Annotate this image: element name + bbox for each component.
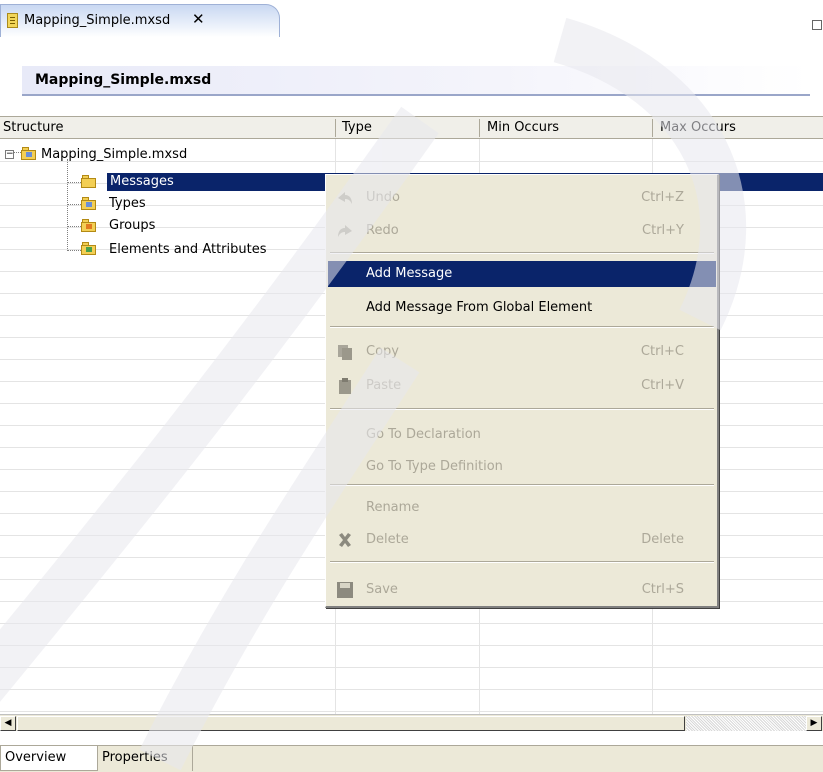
save-icon: [337, 582, 353, 598]
column-separator[interactable]: [652, 119, 653, 137]
menu-item-add-message[interactable]: Add Message: [328, 261, 716, 287]
menu-item-go-to-declaration[interactable]: Go To Declaration: [328, 422, 716, 448]
column-header-structure[interactable]: Structure: [3, 120, 63, 135]
maximize-icon[interactable]: [812, 20, 822, 30]
tree-item-label: Types: [109, 196, 146, 211]
menu-item-label: Add Message: [366, 266, 453, 281]
menu-item-delete[interactable]: Delete Delete: [328, 527, 716, 553]
menu-item-redo[interactable]: Redo Ctrl+Y: [328, 218, 716, 244]
menu-item-label: Undo: [366, 190, 400, 205]
grid-row-line: [0, 623, 823, 624]
paste-icon: [339, 378, 351, 394]
collapse-icon[interactable]: −: [5, 150, 14, 159]
scroll-track[interactable]: [686, 716, 806, 731]
menu-item-shortcut: Ctrl+C: [640, 344, 684, 359]
schema-folder-icon: [21, 147, 37, 160]
menu-item-label: Copy: [366, 344, 399, 359]
undo-icon: [338, 192, 352, 204]
menu-item-paste[interactable]: Paste Ctrl+V: [328, 373, 716, 399]
tree-connector: [67, 250, 81, 251]
tree-root-label: Mapping_Simple.mxsd: [41, 147, 188, 162]
column-header-min-occurs[interactable]: Min Occurs: [487, 120, 559, 135]
menu-separator: [330, 408, 714, 410]
editor-tab-label: Mapping_Simple.mxsd: [24, 13, 171, 28]
tree-connector: [67, 204, 81, 205]
menu-item-label: Add Message From Global Element: [366, 300, 593, 315]
menu-item-label: Save: [366, 582, 398, 597]
copy-icon: [338, 345, 352, 360]
menu-item-label: Paste: [366, 378, 402, 393]
close-icon[interactable]: ✕: [192, 10, 205, 28]
grid-row-line: [0, 711, 823, 712]
tree-item-groups[interactable]: Groups: [81, 216, 331, 236]
column-separator[interactable]: [479, 119, 480, 137]
tree-item-label: Messages: [110, 174, 174, 189]
document-icon: [7, 13, 18, 28]
elements-folder-icon: [81, 242, 97, 255]
menu-item-undo[interactable]: Undo Ctrl+Z: [328, 185, 716, 211]
menu-separator: [330, 561, 714, 563]
scroll-right-arrow-icon[interactable]: ▶: [806, 716, 822, 731]
menu-item-go-to-type-definition[interactable]: Go To Type Definition: [328, 454, 716, 480]
menu-item-label: Rename: [366, 500, 420, 515]
grid-row-line: [0, 645, 823, 646]
column-separator[interactable]: [335, 119, 336, 137]
messages-folder-icon: [81, 175, 97, 188]
menu-item-add-message-from-global-element[interactable]: Add Message From Global Element: [328, 295, 716, 321]
tree-connector: [14, 152, 21, 153]
menu-item-rename[interactable]: Rename: [328, 495, 716, 521]
grid-row-line: [0, 689, 823, 690]
tree-connector: [67, 159, 68, 251]
grid-row-line: [0, 667, 823, 668]
tree-item-label: Groups: [109, 218, 156, 233]
types-folder-icon: [81, 197, 97, 210]
tab-properties[interactable]: Properties: [98, 746, 193, 771]
page-title: Mapping_Simple.mxsd: [35, 72, 212, 88]
menu-item-label: Go To Type Definition: [366, 459, 503, 474]
editor-tabstrip: Mapping_Simple.mxsd ✕: [0, 0, 823, 37]
horizontal-scrollbar[interactable]: ◀ ▶: [0, 714, 823, 731]
menu-separator: [330, 252, 714, 254]
tab-overview[interactable]: Overview: [0, 746, 98, 771]
editor-tab[interactable]: Mapping_Simple.mxsd ✕: [0, 4, 280, 37]
menu-item-shortcut: Ctrl+V: [641, 378, 684, 393]
menu-item-shortcut: Ctrl+Z: [641, 190, 684, 205]
editor-page-tabs: Overview Properties: [0, 745, 823, 772]
column-header-max-occurs[interactable]: Max Occurs: [660, 120, 736, 135]
menu-item-label: Go To Declaration: [366, 427, 481, 442]
tree-connector: [67, 226, 81, 227]
menu-separator: [330, 326, 714, 328]
editor-header: Mapping_Simple.mxsd: [22, 66, 810, 96]
menu-separator: [330, 484, 714, 486]
groups-folder-icon: [81, 219, 97, 232]
tree-item-label: Elements and Attributes: [109, 242, 267, 257]
menu-item-save[interactable]: Save Ctrl+S: [328, 577, 716, 603]
delete-icon: [339, 533, 351, 547]
menu-item-label: Redo: [366, 223, 399, 238]
scroll-thumb[interactable]: [17, 716, 685, 731]
menu-item-shortcut: Delete: [641, 532, 684, 547]
menu-item-label: Delete: [366, 532, 409, 547]
redo-icon: [338, 225, 352, 237]
tree-connector: [67, 182, 81, 183]
context-menu: Undo Ctrl+Z Redo Ctrl+Y Add Message Add …: [325, 174, 719, 608]
menu-item-shortcut: Ctrl+Y: [642, 223, 684, 238]
column-headers: Structure Type Min Occurs Max Occurs: [0, 116, 823, 139]
tree-item-types[interactable]: Types: [81, 194, 331, 214]
tree-root-row[interactable]: − Mapping_Simple.mxsd: [0, 145, 400, 165]
scroll-left-arrow-icon[interactable]: ◀: [0, 716, 16, 731]
tree-item-elements-and-attributes[interactable]: Elements and Attributes: [81, 240, 331, 260]
menu-item-copy[interactable]: Copy Ctrl+C: [328, 339, 716, 365]
column-header-type[interactable]: Type: [342, 120, 372, 135]
menu-item-shortcut: Ctrl+S: [641, 582, 684, 597]
